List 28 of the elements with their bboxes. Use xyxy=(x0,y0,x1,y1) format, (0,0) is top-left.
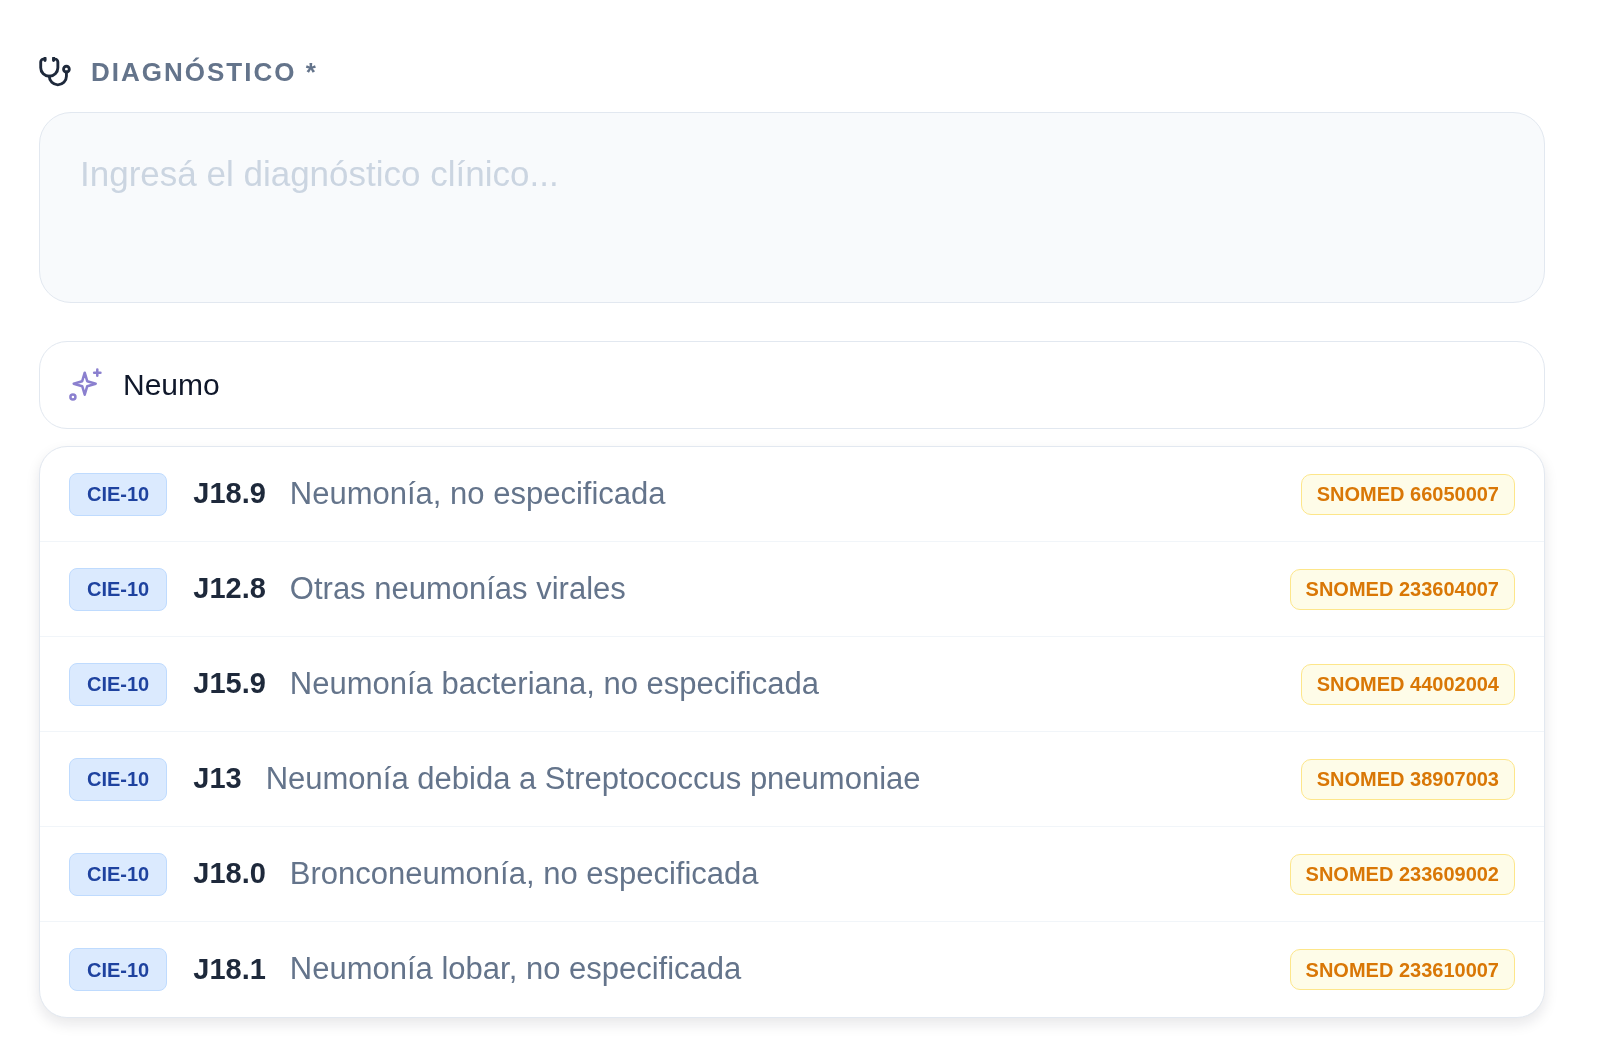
code-system-tag: CIE-10 xyxy=(69,757,168,801)
diagnosis-description: Neumonía, no especificada xyxy=(289,474,666,513)
snomed-tag: SNOMED 233609002 xyxy=(1289,853,1515,895)
field-label: DIAGNÓSTICO * xyxy=(91,59,318,85)
snomed-tag: SNOMED 233610007 xyxy=(1289,949,1515,990)
icd-code: J15.9 xyxy=(193,666,266,702)
icd-code: J12.8 xyxy=(193,571,266,607)
icd-code: J18.1 xyxy=(193,951,266,987)
code-system-tag: CIE-10 xyxy=(69,472,168,516)
stethoscope-icon xyxy=(39,57,71,87)
sparkle-icon xyxy=(69,368,102,401)
search-field[interactable]: Neumo xyxy=(39,341,1545,429)
snomed-tag: SNOMED 66050007 xyxy=(1300,473,1515,515)
diagnosis-description: Bronconeumonía, no especificada xyxy=(289,854,759,893)
snomed-tag: SNOMED 38907003 xyxy=(1300,758,1515,800)
code-system-tag: CIE-10 xyxy=(69,567,168,611)
diagnosis-description: Neumonía lobar, no especificada xyxy=(289,950,742,989)
icd-code: J18.9 xyxy=(193,476,266,512)
code-system-tag: CIE-10 xyxy=(69,948,168,991)
diagnosis-description: Neumonía bacteriana, no especificada xyxy=(289,664,819,703)
icd-code: J13 xyxy=(193,761,242,797)
diagnosis-description: Neumonía debida a Streptococcus pneumoniae xyxy=(265,759,921,798)
snomed-tag: SNOMED 233604007 xyxy=(1289,568,1515,610)
diagnosis-description: Otras neumonías virales xyxy=(289,569,626,608)
snomed-tag: SNOMED 44002004 xyxy=(1300,663,1515,705)
icd-code: J18.0 xyxy=(193,856,266,892)
code-system-tag: CIE-10 xyxy=(69,852,168,896)
code-system-tag: CIE-10 xyxy=(69,662,168,706)
